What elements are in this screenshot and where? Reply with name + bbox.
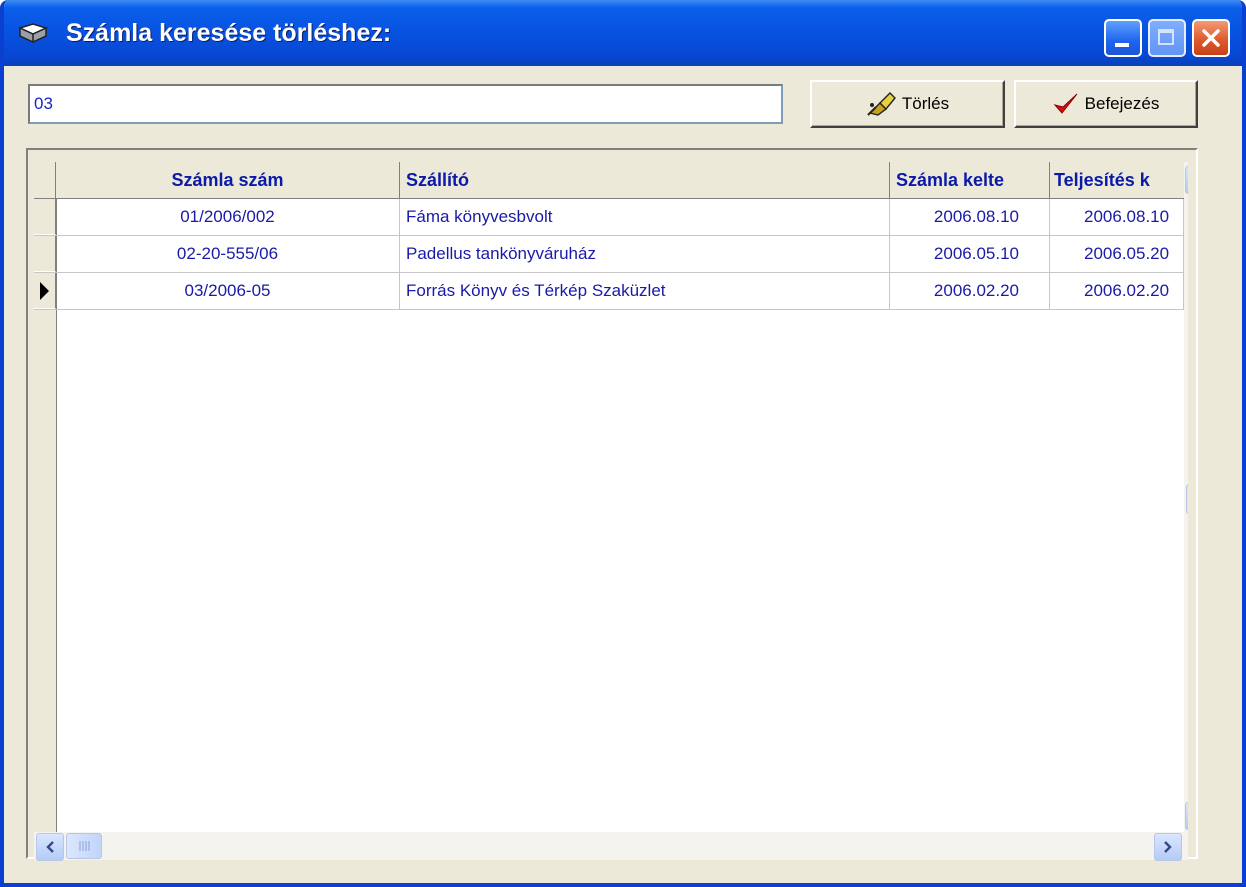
cell-completion-date[interactable]: 2006.02.20 [1050, 273, 1184, 309]
vertical-scrollbar[interactable] [1184, 162, 1188, 834]
maximize-button[interactable] [1148, 19, 1186, 57]
table-row-selected[interactable]: 03/2006-05 Forrás Könyv és Térkép Szaküz… [34, 273, 1184, 310]
cell-supplier[interactable]: Padellus tankönyváruház [400, 236, 890, 272]
delete-button-label: Törlés [901, 94, 950, 113]
cell-supplier[interactable]: Fáma könyvesbvolt [400, 199, 890, 235]
column-header-invoice-number[interactable]: Számla szám [56, 162, 400, 198]
cell-invoice-date[interactable]: 2006.08.10 [890, 199, 1050, 235]
close-button[interactable] [1192, 19, 1230, 57]
book-icon [18, 23, 48, 43]
minimize-button[interactable] [1104, 19, 1142, 57]
row-indicator[interactable] [34, 236, 56, 272]
window-title: Számla keresése törléshez: [66, 19, 392, 47]
column-header-completion-date[interactable]: Teljesítés k [1050, 162, 1184, 198]
cell-invoice-number[interactable]: 01/2006/002 [56, 199, 400, 235]
scroll-down-button[interactable] [1185, 802, 1188, 830]
finish-button[interactable]: Befejezés [1014, 80, 1198, 128]
invoice-grid[interactable]: Számla szám Szállító Számla kelte Teljes… [34, 162, 1188, 834]
close-icon [1202, 29, 1220, 47]
horizontal-scrollbar[interactable] [34, 832, 1188, 861]
table-row[interactable]: 02-20-555/06 Padellus tankönyváruház 200… [34, 236, 1184, 273]
cell-invoice-number[interactable]: 03/2006-05 [56, 273, 400, 309]
row-indicator[interactable] [34, 273, 56, 309]
grip-icon [79, 841, 90, 851]
cell-invoice-date[interactable]: 2006.05.10 [890, 236, 1050, 272]
scroll-up-button[interactable] [1185, 166, 1188, 194]
cell-supplier[interactable]: Forrás Könyv és Térkép Szaküzlet [400, 273, 890, 309]
cell-invoice-number[interactable]: 02-20-555/06 [56, 236, 400, 272]
cell-completion-date[interactable]: 2006.05.20 [1050, 236, 1184, 272]
vertical-scroll-thumb[interactable] [1186, 484, 1188, 514]
table-row[interactable]: 01/2006/002 Fáma könyvesbvolt 2006.08.10… [34, 199, 1184, 236]
chevron-left-icon [46, 841, 54, 853]
checkmark-icon [1053, 93, 1078, 114]
search-input[interactable] [28, 84, 783, 124]
column-header-supplier[interactable]: Szállító [400, 162, 890, 198]
delete-button[interactable]: Törlés [810, 80, 1005, 128]
title-bar[interactable]: Számla keresése törléshez: [4, 0, 1242, 66]
finish-button-label: Befejezés [1084, 94, 1160, 113]
maximize-icon [1158, 29, 1174, 45]
cell-completion-date[interactable]: 2006.08.10 [1050, 199, 1184, 235]
column-header-invoice-date[interactable]: Számla kelte [890, 162, 1050, 198]
grip-icon [1187, 485, 1188, 513]
row-pointer-icon [40, 282, 49, 300]
cell-invoice-date[interactable]: 2006.02.20 [890, 273, 1050, 309]
grid-header: Számla szám Szállító Számla kelte Teljes… [34, 162, 1184, 199]
minimize-icon [1115, 43, 1129, 47]
scroll-left-button[interactable] [36, 833, 64, 861]
chevron-right-icon [1164, 841, 1172, 853]
scroll-right-button[interactable] [1154, 833, 1182, 861]
header-corner [34, 162, 56, 198]
eraser-icon [867, 92, 896, 116]
horizontal-scroll-thumb[interactable] [66, 833, 102, 859]
row-indicator[interactable] [34, 199, 56, 235]
